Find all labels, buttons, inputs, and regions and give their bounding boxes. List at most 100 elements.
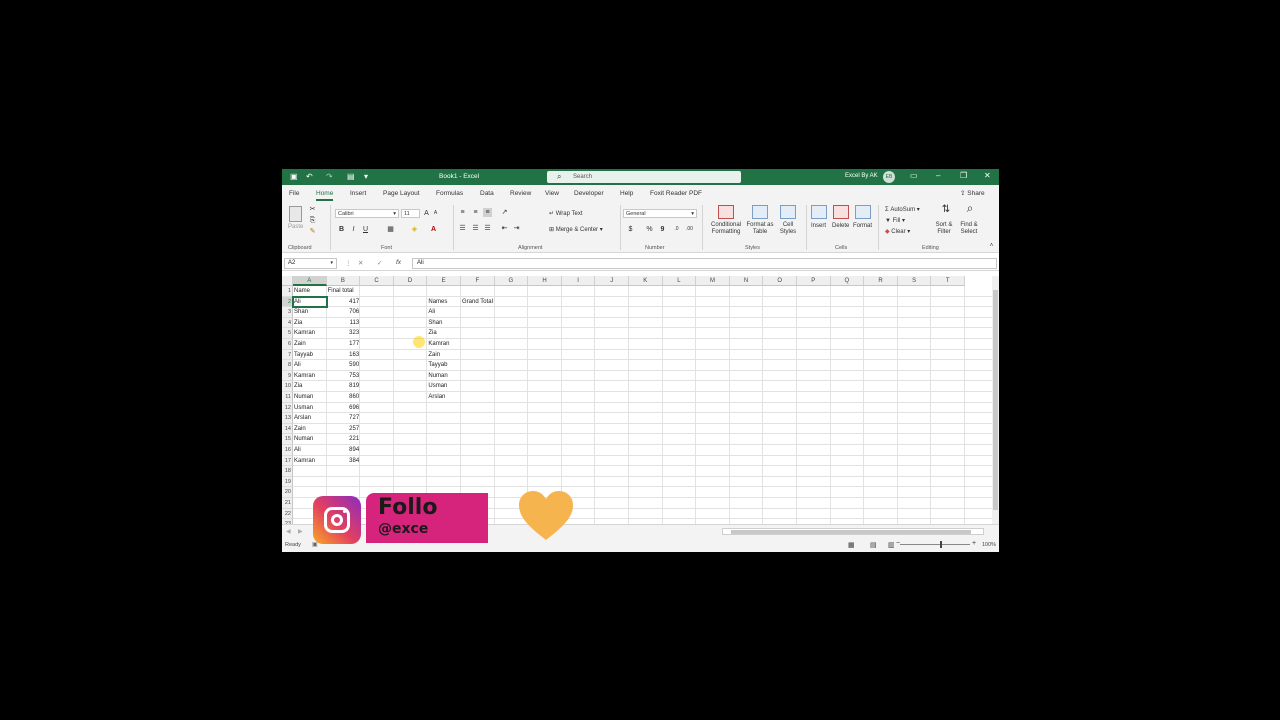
insert-cells-icon[interactable] (811, 205, 827, 219)
cell-styles-icon[interactable] (780, 205, 796, 219)
insert-function-button[interactable]: fx (396, 259, 401, 266)
row-header-3[interactable]: 3 (282, 307, 293, 318)
percent-button[interactable]: % (645, 225, 654, 234)
column-header-d[interactable]: D (393, 276, 428, 286)
minimize-icon[interactable]: – (936, 171, 940, 180)
cell-e3[interactable]: Ali (427, 307, 461, 318)
cell-a14[interactable]: Zain (293, 424, 327, 435)
prev-sheet-icon[interactable]: ◀ (286, 528, 291, 535)
column-header-m[interactable]: M (696, 276, 730, 286)
cell-a10[interactable]: Zia (293, 381, 327, 392)
column-header-r[interactable]: R (864, 276, 898, 286)
row-header-21[interactable]: 21 (282, 498, 293, 509)
font-size-select[interactable]: 11 (401, 209, 420, 218)
align-left-icon[interactable]: ☰ (458, 224, 467, 233)
column-header-p[interactable]: P (797, 276, 831, 286)
cell-b14[interactable]: 257 (327, 424, 361, 435)
tab-view[interactable]: View (545, 190, 559, 197)
search-box[interactable]: ⌕ Search (547, 171, 741, 183)
cell-a13[interactable]: Arslan (293, 413, 327, 424)
paste-button[interactable]: Paste (288, 224, 303, 230)
autosum-button[interactable]: Σ AutoSum ▾ (885, 206, 920, 213)
cell-e10[interactable]: Usman (427, 381, 461, 392)
clear-button[interactable]: ◆ Clear ▾ (885, 228, 910, 235)
cell-a12[interactable]: Usman (293, 403, 327, 414)
autosave-icon[interactable]: ▣ (290, 172, 298, 181)
column-header-j[interactable]: J (595, 276, 629, 286)
row-header-16[interactable]: 16 (282, 445, 293, 456)
find-select-button[interactable]: Find & Select (956, 222, 982, 236)
comma-button[interactable]: 9 (658, 225, 667, 234)
tab-home[interactable]: Home (316, 190, 334, 201)
normal-view-icon[interactable]: ▦ (848, 541, 855, 549)
cell-e4[interactable]: Shan (427, 318, 461, 329)
cut-icon[interactable]: ✂ (308, 205, 317, 214)
row-header-6[interactable]: 6 (282, 339, 293, 350)
cell-b4[interactable]: 113 (327, 318, 361, 329)
delete-cells-button[interactable]: Delete (832, 223, 849, 229)
increase-indent-icon[interactable]: ⇥ (512, 224, 521, 233)
horizontal-scrollbar[interactable] (722, 528, 984, 535)
undo-icon[interactable]: ↶ (306, 172, 313, 181)
delete-cells-icon[interactable] (833, 205, 849, 219)
increase-font-icon[interactable]: A (422, 209, 431, 218)
row-header-14[interactable]: 14 (282, 423, 293, 435)
tab-insert[interactable]: Insert (350, 190, 366, 197)
row-header-7[interactable]: 7 (282, 349, 293, 361)
row-header-18[interactable]: 18 (282, 466, 293, 477)
cell-b6[interactable]: 177 (327, 339, 361, 350)
column-header-s[interactable]: S (897, 276, 932, 286)
font-color-icon[interactable]: A (429, 225, 438, 234)
italic-button[interactable]: I (349, 225, 358, 234)
page-layout-view-icon[interactable]: ▤ (870, 541, 877, 549)
column-header-n[interactable]: N (729, 276, 764, 286)
cell-b1[interactable]: Final total (327, 286, 361, 297)
quick-access-icon[interactable]: ▤ (347, 172, 355, 181)
cell-e2[interactable]: Names (427, 297, 461, 308)
cell-a7[interactable]: Tayyab (293, 350, 327, 361)
cell-b12[interactable]: 696 (327, 403, 361, 414)
cell-b5[interactable]: 323 (327, 328, 361, 339)
decrease-font-icon[interactable]: A (431, 209, 440, 218)
cell-a9[interactable]: Kamran (293, 371, 327, 382)
column-header-a[interactable]: A (293, 276, 327, 286)
collapse-ribbon-icon[interactable]: ˄ (987, 242, 996, 251)
decrease-indent-icon[interactable]: ⇤ (500, 224, 509, 233)
ribbon-display-icon[interactable]: ▭ (910, 171, 918, 180)
cell-f2[interactable]: Grand Total (461, 297, 495, 308)
column-header-c[interactable]: C (360, 276, 394, 286)
column-header-q[interactable]: Q (830, 276, 865, 286)
merge-center-button[interactable]: ⊞ Merge & Center ▾ (549, 226, 603, 233)
cell-b17[interactable]: 384 (327, 456, 361, 467)
column-header-h[interactable]: H (528, 276, 562, 286)
row-header-4[interactable]: 4 (282, 317, 293, 329)
row-header-19[interactable]: 19 (282, 476, 293, 488)
cell-a5[interactable]: Kamran (293, 328, 327, 339)
column-header-e[interactable]: E (427, 276, 461, 286)
tab-formulas[interactable]: Formulas (436, 190, 463, 197)
zoom-slider[interactable] (900, 544, 970, 545)
tab-developer[interactable]: Developer (574, 190, 604, 197)
align-top-icon[interactable]: ≡ (458, 208, 467, 217)
paste-icon[interactable] (289, 206, 302, 222)
column-header-i[interactable]: I (561, 276, 596, 286)
close-icon[interactable]: ✕ (984, 171, 991, 180)
vertical-scrollbar[interactable] (992, 276, 999, 524)
hscroll-thumb[interactable] (731, 530, 971, 534)
fill-button[interactable]: ▼ Fill ▾ (885, 217, 905, 224)
name-box[interactable]: A2 ▾ (284, 258, 337, 269)
row-header-22[interactable]: 22 (282, 508, 293, 520)
cell-b11[interactable]: 860 (327, 392, 361, 403)
row-header-12[interactable]: 12 (282, 402, 293, 414)
insert-cells-button[interactable]: Insert (811, 223, 826, 229)
cell-e7[interactable]: Zain (427, 350, 461, 361)
cell-styles-button[interactable]: Cell Styles (776, 222, 800, 236)
wrap-text-button[interactable]: ↵ Wrap Text (549, 210, 583, 217)
cancel-entry-icon[interactable]: ✕ (358, 259, 363, 267)
format-cells-button[interactable]: Format (853, 223, 872, 229)
bold-button[interactable]: B (337, 225, 346, 234)
page-break-view-icon[interactable]: ▥ (888, 541, 895, 549)
cell-a17[interactable]: Kamran (293, 456, 327, 467)
cell-a16[interactable]: Ali (293, 445, 327, 456)
row-header-20[interactable]: 20 (282, 487, 293, 498)
